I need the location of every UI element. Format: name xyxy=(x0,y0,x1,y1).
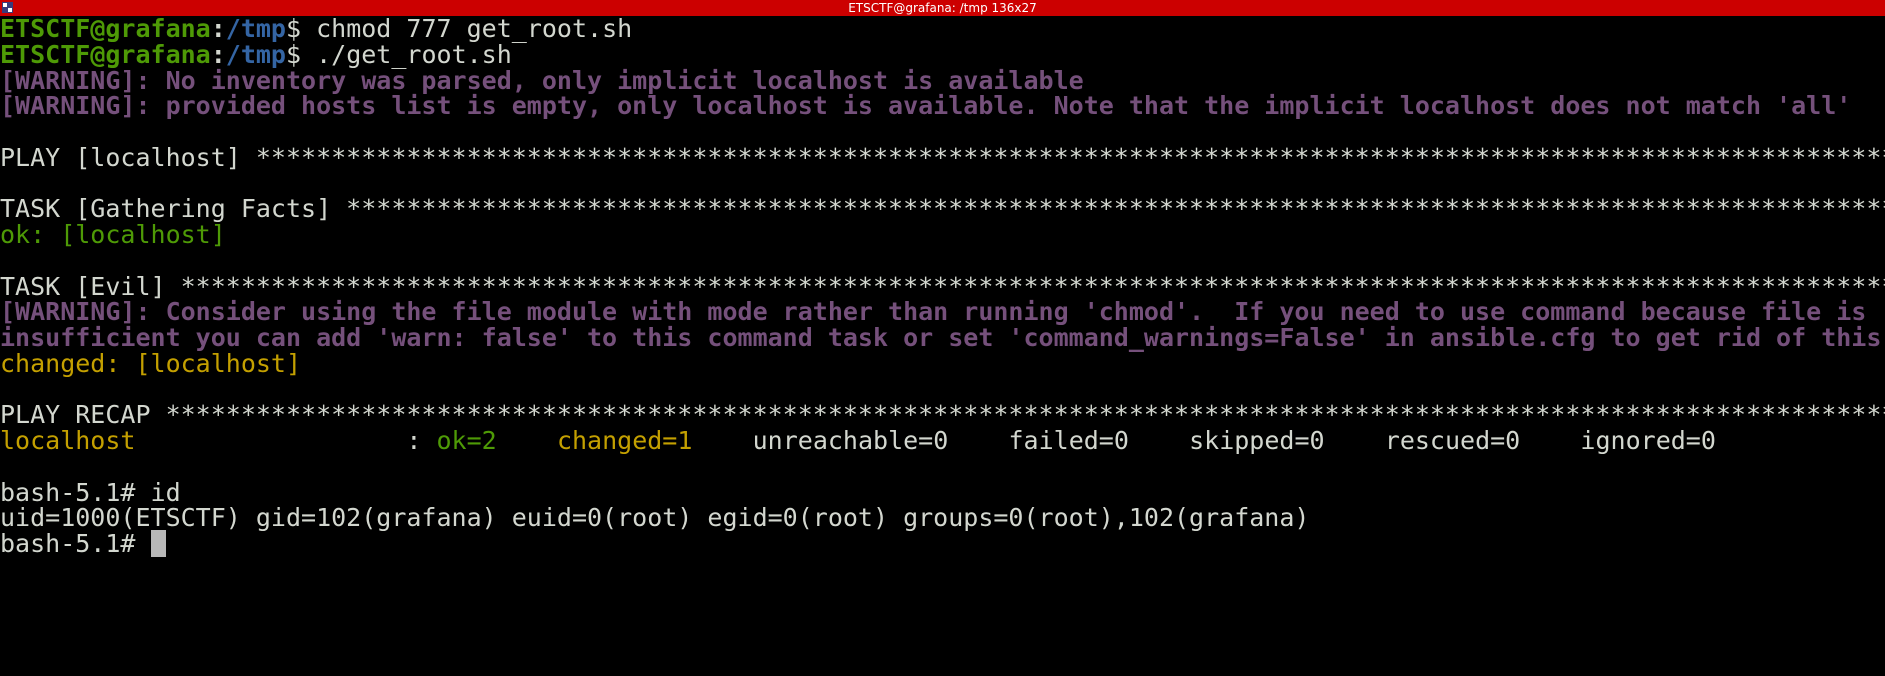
terminal-text: ok: [localhost] xyxy=(0,220,226,249)
terminal-text: changed: [localhost] xyxy=(0,348,302,378)
terminal-text: unreachable=0 failed=0 skipped=0 rescued… xyxy=(692,426,1716,455)
terminal-text: [WARNING]: provided hosts list is empty,… xyxy=(0,91,1852,121)
terminal-line: TASK [Gathering Facts] *****************… xyxy=(0,193,1885,224)
terminal-cursor xyxy=(150,530,166,557)
terminal-line: uid=1000(ETSCTF) gid=102(grafana) euid=0… xyxy=(0,502,1309,533)
window-title: ETSCTF@grafana: /tmp 136x27 xyxy=(848,1,1037,15)
terminal-output[interactable]: ETSCTF@grafana:/tmp$ chmod 777 get_root.… xyxy=(0,16,1885,676)
terminal-line: localhost : ok=2 changed=1 unreachable=0… xyxy=(0,425,1716,456)
terminal-text: TASK [Gathering Facts] *****************… xyxy=(0,194,1885,224)
terminal-text: localhost xyxy=(0,426,136,455)
terminal-line: ok: [localhost] xyxy=(0,219,226,250)
terminal-line: [WARNING]: provided hosts list is empty,… xyxy=(0,90,1851,121)
window-titlebar[interactable]: ETSCTF@grafana: /tmp 136x27 xyxy=(0,0,1885,16)
terminal-text: uid=1000(ETSCTF) gid=102(grafana) euid=0… xyxy=(0,503,1310,533)
terminal-line: PLAY [localhost] ***********************… xyxy=(0,142,1885,173)
terminal-text: bash-5.1# xyxy=(0,529,151,558)
terminal-text: : xyxy=(135,426,437,455)
terminal-text: ok=2 xyxy=(436,426,497,455)
terminal-line: changed: [localhost] xyxy=(0,348,301,379)
terminal-line: bash-5.1# xyxy=(0,528,166,559)
terminal-text: changed=1 xyxy=(556,426,693,455)
terminal-app-icon xyxy=(2,2,13,13)
terminal-text: PLAY [localhost] ***********************… xyxy=(0,142,1885,172)
